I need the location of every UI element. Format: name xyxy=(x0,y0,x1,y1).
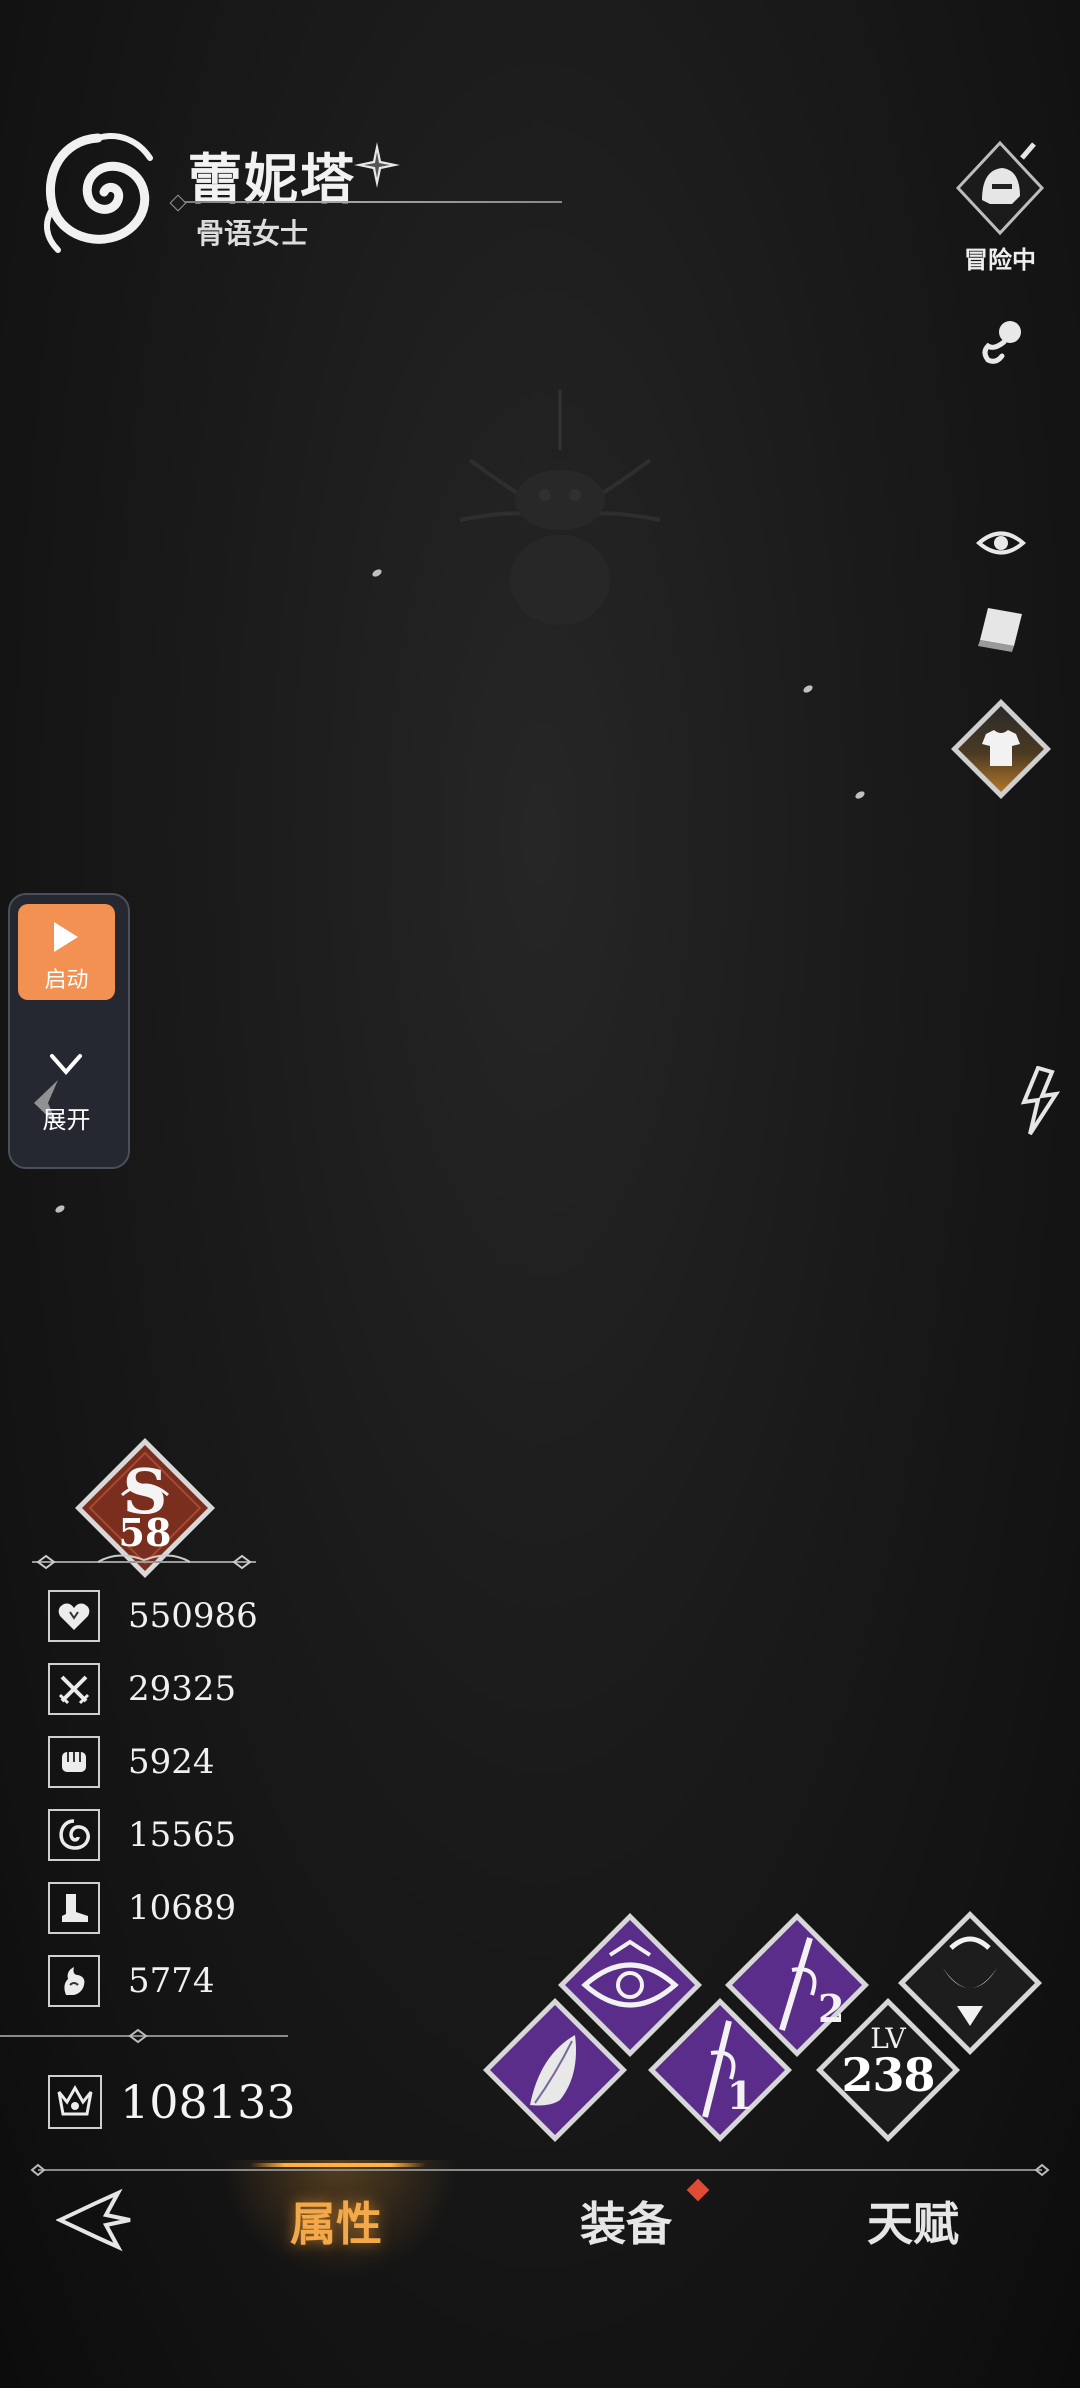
tab-attributes[interactable]: 属性 xyxy=(290,2188,382,2254)
crossed-swords-icon xyxy=(48,1663,100,1715)
back-icon[interactable] xyxy=(56,2185,136,2255)
spiral-icon xyxy=(48,1809,100,1861)
sparkle xyxy=(854,789,866,801)
fist-icon xyxy=(48,1736,100,1788)
nav-divider xyxy=(30,2163,1050,2177)
stat-value: 29325 xyxy=(128,1669,237,1709)
start-label: 启动 xyxy=(44,968,89,993)
sparkle xyxy=(54,1203,66,1215)
play-icon xyxy=(54,922,78,952)
stat-value: 5924 xyxy=(128,1742,215,1782)
character-subtitle: 骨语女士 xyxy=(196,217,309,250)
combat-power-row: 108133 xyxy=(48,2070,296,2134)
stat-row-spirit: 15565 xyxy=(48,1807,236,1863)
stat-row-health: 550986 xyxy=(48,1588,258,1644)
combat-power-value: 108133 xyxy=(120,2075,296,2129)
rank-level: 58 xyxy=(118,1510,172,1555)
pacifier-icon[interactable] xyxy=(974,316,1028,370)
chevron-down-icon[interactable] xyxy=(48,1046,84,1082)
crown-sigil-icon xyxy=(48,2075,102,2129)
tab-equipment[interactable]: 装备 xyxy=(580,2188,672,2254)
skill-feather[interactable] xyxy=(480,1995,630,2145)
level-value: 238 xyxy=(841,2048,935,2102)
eye-icon[interactable] xyxy=(976,526,1026,560)
expand-label[interactable]: 展开 xyxy=(18,1100,115,1135)
stat-value: 15565 xyxy=(128,1815,237,1855)
stat-row-speed: 10689 xyxy=(48,1880,236,1936)
underline-ornament xyxy=(169,194,187,212)
stat-value: 5774 xyxy=(128,1961,215,2001)
spiral-emblem-icon xyxy=(44,133,153,253)
rank-divider xyxy=(32,1554,256,1570)
skill-1-label: 1 xyxy=(727,2073,753,2118)
lightning-icon[interactable] xyxy=(1016,1066,1062,1136)
boot-icon xyxy=(48,1882,100,1934)
stats-divider xyxy=(0,2028,288,2044)
spider-silhouette xyxy=(459,390,661,625)
stat-value: 550986 xyxy=(128,1596,258,1636)
outfit-button[interactable] xyxy=(948,696,1054,802)
name-underline xyxy=(172,201,562,203)
sparkle xyxy=(802,683,814,695)
compass-star-icon[interactable] xyxy=(352,140,402,190)
adventure-label: 冒险中 xyxy=(964,246,1036,274)
notification-badge xyxy=(686,2178,710,2202)
tab-talent[interactable]: 天赋 xyxy=(867,2188,959,2254)
stat-row-strength: 5924 xyxy=(48,1734,215,1790)
stat-row-attack: 29325 xyxy=(48,1661,236,1717)
sparkle xyxy=(371,567,383,579)
heart-icon xyxy=(48,1590,100,1642)
card-icon[interactable] xyxy=(974,604,1028,654)
stat-row-skill: 5774 xyxy=(48,1953,215,2009)
active-tab-indicator xyxy=(250,2163,426,2167)
stat-value: 10689 xyxy=(128,1888,237,1928)
flame-hand-icon xyxy=(48,1955,100,2007)
skill-sword-1[interactable]: 1 xyxy=(645,1995,795,2145)
